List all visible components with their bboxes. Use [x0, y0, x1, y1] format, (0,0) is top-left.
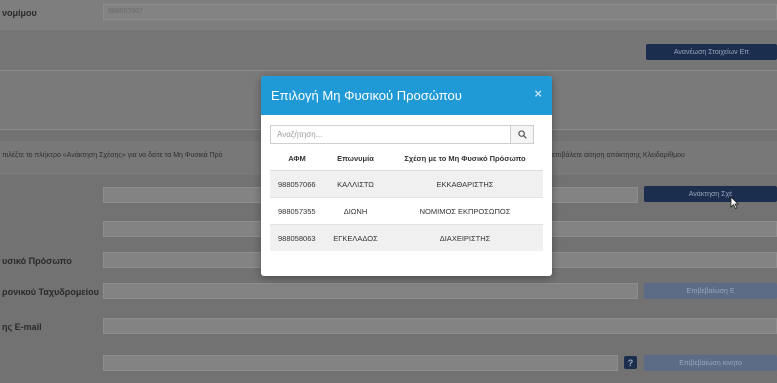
modal-header: Επιλογή Μη Φυσικού Προσώπου ×	[261, 76, 552, 115]
mouse-cursor-icon	[730, 196, 739, 209]
help-icon[interactable]: ?	[624, 356, 637, 369]
info-text-left: πιλέξτε το πλήκτρο «Ανάκτηση Σχέσης» για…	[2, 152, 223, 159]
label-natural-person: υσικό Πρόσωπο	[2, 256, 72, 266]
column-header-afm: ΑΦΜ	[270, 147, 324, 171]
retrieve-relation-button[interactable]: Ανάκτηση Σχέ	[644, 186, 777, 202]
confirm-email-button[interactable]: Επιβεβαίωση Ε	[644, 283, 777, 299]
cell-relation: ΝΟΜΙΜΟΣ ΕΚΠΡΟΣΩΠΟΣ	[387, 197, 543, 225]
results-table: ΑΦΜ Επωνυμία Σχέση με το Μη Φυσικό Πρόσω…	[270, 147, 543, 251]
table-row[interactable]: 988057066 ΚΑΛΛΙΣΤΩ ΕΚΚΑΘΑΡΙΣΤΗΣ	[270, 170, 543, 198]
cell-afm: 988058063	[270, 224, 324, 251]
label-name: νομίμου	[2, 8, 37, 18]
search-icon	[517, 130, 527, 139]
search-box	[270, 125, 534, 144]
search-button[interactable]	[510, 126, 533, 143]
label-email-box: ρονικού Ταχυδρομείου	[2, 287, 99, 297]
cell-name: ΔΙΩΝΗ	[324, 197, 387, 225]
search-input[interactable]	[271, 126, 513, 143]
label-email: ης E-mail	[2, 322, 42, 332]
select-entity-modal: Επιλογή Μη Φυσικού Προσώπου × ΑΦΜ Επωνυμ…	[261, 76, 552, 276]
confirm-mobile-button[interactable]: Επιβεβαίωση κινητο	[644, 355, 777, 371]
table-header-row: ΑΦΜ Επωνυμία Σχέση με το Μη Φυσικό Πρόσω…	[270, 147, 543, 171]
email-field	[103, 318, 777, 334]
column-header-relation: Σχέση με το Μη Φυσικό Πρόσωπο	[387, 147, 543, 171]
cell-name: ΚΑΛΛΙΣΤΩ	[324, 170, 387, 198]
cell-relation: ΕΚΚΑΘΑΡΙΣΤΗΣ	[387, 170, 543, 198]
name-field: 888057007	[103, 4, 777, 20]
cell-afm: 988057066	[270, 170, 324, 198]
update-details-button[interactable]: Ανανέωση Στοιχείων Επ	[646, 44, 777, 60]
cell-name: ΕΓΚΕΛΑΔΟΣ	[324, 224, 387, 251]
email-box-field	[103, 283, 638, 299]
close-icon[interactable]: ×	[534, 86, 542, 101]
cell-relation: ΔΙΑΧΕΙΡΙΣΤΗΣ	[387, 224, 543, 251]
column-header-name: Επωνυμία	[324, 147, 387, 171]
table-row[interactable]: 988057355 ΔΙΩΝΗ ΝΟΜΙΜΟΣ ΕΚΠΡΟΣΩΠΟΣ	[270, 197, 543, 225]
info-text-right: επιβάλετε αίτηση απόκτησης Κλειδαρίθμου	[552, 152, 685, 159]
modal-title: Επιλογή Μη Φυσικού Προσώπου	[271, 88, 462, 103]
cell-afm: 988057355	[270, 197, 324, 225]
table-row[interactable]: 988058063 ΕΓΚΕΛΑΔΟΣ ΔΙΑΧΕΙΡΙΣΤΗΣ	[270, 224, 543, 251]
mobile-field	[103, 355, 618, 371]
